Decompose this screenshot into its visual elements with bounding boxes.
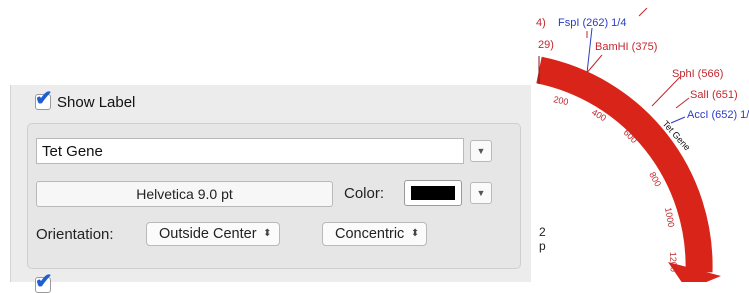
triangle-down-icon: ▼ [476,146,486,156]
show-label-checkbox[interactable]: ✔ [35,88,53,110]
checkmark-icon: ✔ [35,87,53,110]
font-picker-button[interactable]: Helvetica 9.0 pt [36,181,333,207]
tick-label: 200 [553,94,570,107]
fspi-site-line [586,27,593,74]
sphi-site-line [651,76,681,107]
label-text-dropdown-button[interactable]: ▼ [470,140,492,162]
color-swatch [411,186,455,200]
enzyme-label[interactable]: 29) [538,39,554,51]
fragment-text: p [539,239,546,253]
fragment-text: 2 [539,225,546,239]
tick-label: 800 [647,170,663,188]
tick-label: 1000 [663,207,676,228]
tick-label: 1200 [668,252,679,272]
enzyme-label-acci[interactable]: AccI (652) 1/2 [687,109,749,121]
triangle-down-icon: ▼ [476,188,486,198]
label-settings-panel: ✔ Show Label Tet Gene ▼ Helvetica 9.0 pt… [10,85,531,293]
partial-checkbox[interactable]: ✔ [35,271,53,293]
color-well[interactable] [404,180,462,206]
updown-chevron-icon: ⬍ [410,228,420,239]
enzyme-label-sphi[interactable]: SphI (566) [672,68,723,80]
acci-site-line [670,116,686,124]
show-label-text: Show Label [57,93,136,111]
label-style-select-value: Concentric [335,226,405,242]
show-label-row[interactable]: ✔ Show Label [35,88,136,113]
enzyme-label-sali[interactable]: SalI (651) [690,89,738,101]
updown-chevron-icon: ⬍ [263,228,272,239]
enzyme-label-bamhi[interactable]: BamHI (375) [595,41,657,53]
label-style-select[interactable]: Concentric ⬍ [322,222,428,246]
sali-site-line [675,97,690,109]
color-label: Color: [344,185,385,202]
orientation-select[interactable]: Outside Center ⬍ [146,222,280,246]
site-line [638,7,648,17]
plasmid-map[interactable]: 4) FspI (262) 1/4 29) BamHI (375) SphI (… [525,0,749,282]
enzyme-label[interactable]: 4) [536,17,546,29]
label-options-group: Tet Gene ▼ Helvetica 9.0 pt Color: ▼ Ori… [27,123,521,269]
orientation-select-value: Outside Center [159,226,257,242]
color-dropdown-button[interactable]: ▼ [470,182,492,204]
orientation-label: Orientation: [36,226,114,243]
enzyme-label-fspi[interactable]: FspI (262) 1/4 [558,17,626,29]
label-text-input[interactable]: Tet Gene [36,138,464,164]
